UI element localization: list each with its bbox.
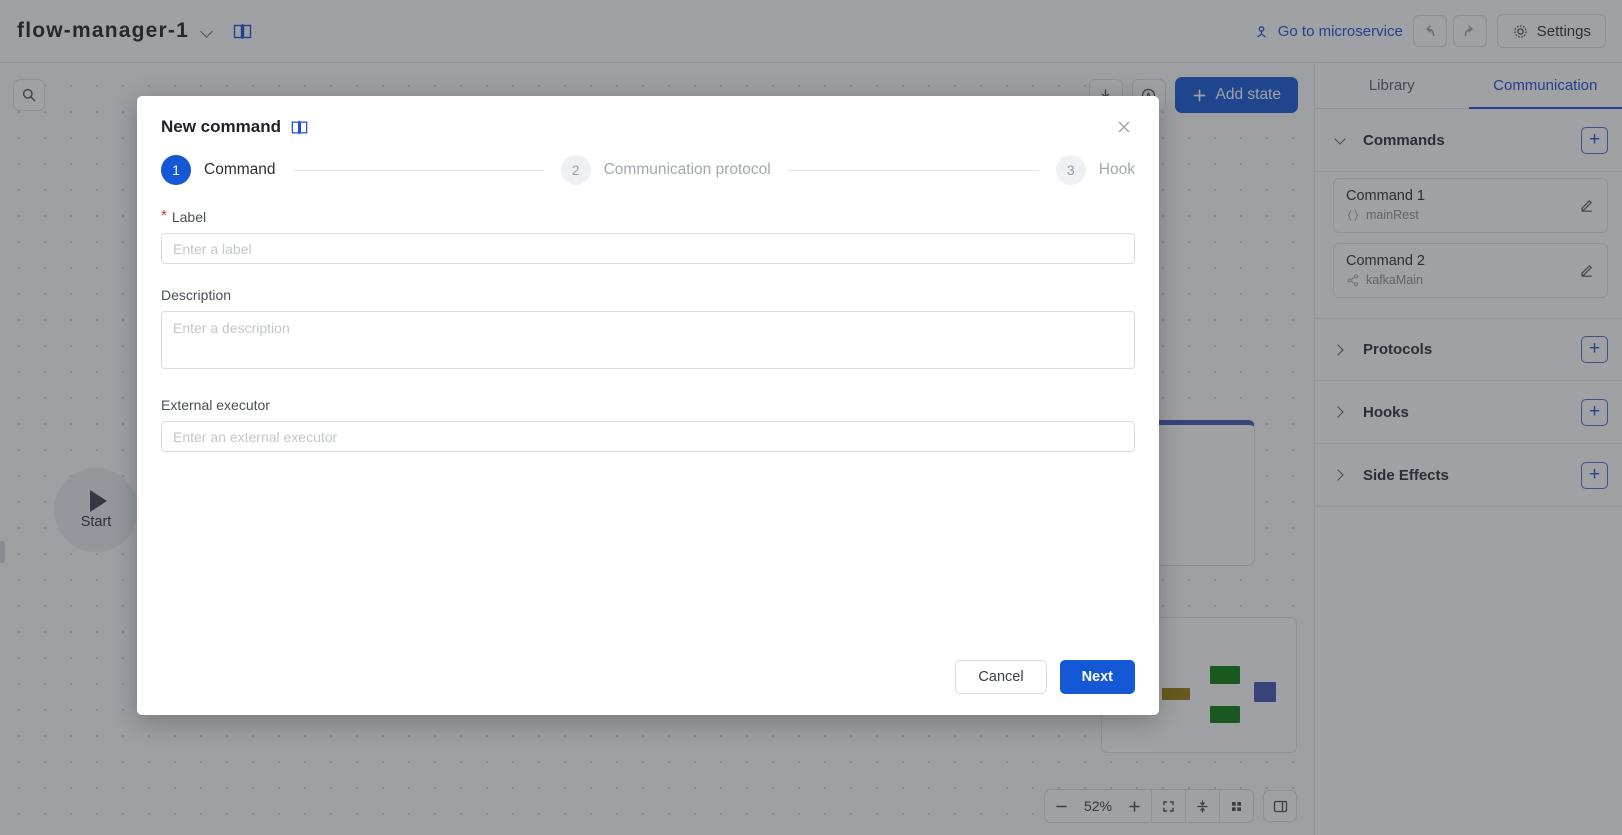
step-label: Communication protocol	[604, 161, 771, 179]
dialog-stepper: 1 Command 2 Communication protocol 3 Hoo…	[137, 138, 1159, 185]
step-label: Hook	[1099, 161, 1135, 179]
description-field-caption: Description	[161, 287, 1135, 303]
label-text: Label	[172, 209, 206, 225]
dialog-footer: Cancel Next	[955, 660, 1135, 694]
field-description: Description	[161, 287, 1135, 374]
dialog-title: New command	[161, 117, 281, 137]
description-textarea[interactable]	[161, 311, 1135, 369]
label-text: External executor	[161, 397, 270, 413]
close-icon[interactable]	[1113, 116, 1135, 138]
step-number: 3	[1056, 155, 1086, 185]
external-executor-input[interactable]	[161, 421, 1135, 452]
step-command[interactable]: 1 Command	[161, 155, 276, 185]
stepper-connector	[788, 170, 1039, 171]
label-input[interactable]	[161, 233, 1135, 264]
step-label: Command	[204, 161, 276, 179]
step-hook[interactable]: 3 Hook	[1056, 155, 1135, 185]
step-number: 1	[161, 155, 191, 185]
step-number: 2	[561, 155, 591, 185]
new-command-form: * Label Description External executor	[137, 185, 1159, 452]
book-icon[interactable]	[291, 119, 308, 136]
new-command-dialog: New command 1 Command 2 Communication pr…	[137, 96, 1159, 715]
stepper-connector	[293, 170, 544, 171]
app-root: flow-manager-1 Go to microservice	[0, 0, 1622, 835]
label-field-caption: * Label	[161, 209, 1135, 225]
dialog-header: New command	[137, 96, 1159, 138]
next-button[interactable]: Next	[1060, 660, 1135, 694]
required-marker: *	[161, 209, 167, 225]
label-text: Description	[161, 287, 231, 303]
step-communication-protocol[interactable]: 2 Communication protocol	[561, 155, 771, 185]
external-executor-field-caption: External executor	[161, 397, 1135, 413]
field-external-executor: External executor	[161, 397, 1135, 452]
cancel-button[interactable]: Cancel	[955, 660, 1046, 694]
field-label: * Label	[161, 209, 1135, 264]
